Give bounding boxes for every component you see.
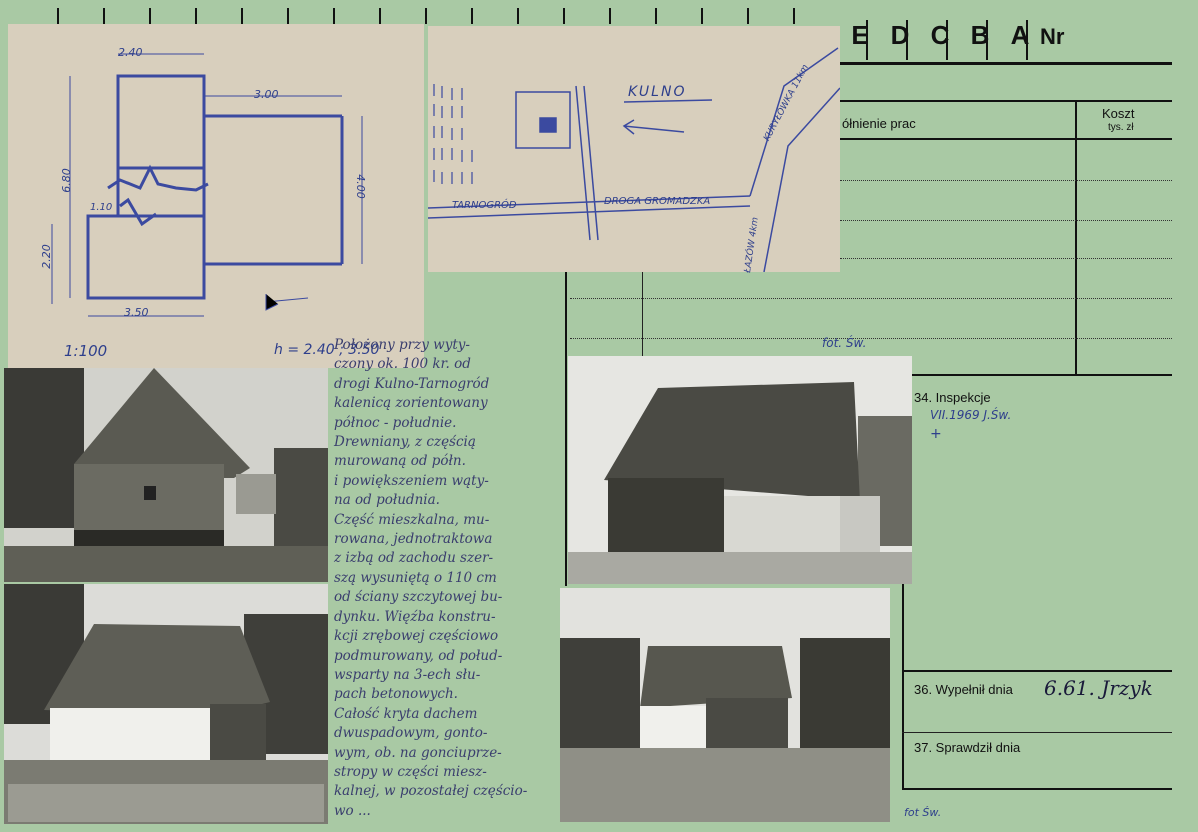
table-row-line (570, 298, 1172, 299)
description-line: Całość kryta dachem (334, 705, 478, 722)
description-line: wym, ob. na gonciuprze- (334, 744, 502, 761)
table-row-line (840, 180, 1172, 181)
photo-house-right-image (560, 588, 890, 822)
description-line: na od południa. (334, 492, 440, 509)
header-letter-e: E (851, 20, 869, 50)
section-37-rule (902, 732, 1172, 733)
header-letter-b: B (970, 20, 990, 50)
dim-bottom: 3.50 (124, 306, 149, 319)
section-bottom-rule (902, 788, 1172, 790)
header-letter-d: D (890, 20, 910, 50)
section-36-rule (902, 670, 1172, 672)
table-row-line (840, 220, 1172, 221)
photo-house-left-image (4, 584, 328, 824)
description-line: szą wysuniętą o 110 cm (334, 569, 497, 586)
description-line: dynku. Więźba konstru- (334, 608, 496, 625)
photo-barn-left-image (4, 368, 328, 582)
table-top-rule (840, 100, 1172, 102)
description-line: Część mieszkalna, mu- (334, 511, 490, 528)
description-line: i powiększeniem wąty- (334, 472, 489, 489)
header-letter-c: C (930, 20, 950, 50)
description-line: dwuspadowym, gonto- (334, 725, 488, 742)
header-letter-a: A (1010, 20, 1030, 50)
description-line: stropy w części miesz- (334, 763, 487, 780)
top-ruler (0, 0, 840, 24)
photo-credit-2: fot Św. (904, 806, 942, 819)
dim-door: 1.10 (90, 202, 113, 213)
map-town-left: TARNOGRÓD (452, 200, 517, 211)
description-line: z izbą od zachodu szer- (334, 550, 494, 567)
description-line: Drewniany, z częścią (334, 434, 476, 451)
header-divider (906, 20, 908, 60)
dim-left: 6.80 (59, 168, 73, 193)
table-header-rule (840, 138, 1172, 140)
col-cost-label: Koszt (1102, 106, 1135, 121)
photo-credit-1: fot. Św. (822, 336, 867, 350)
site-map-drawing (428, 47, 840, 272)
filled-signature: 6.61. Jrzyk (1044, 676, 1153, 700)
col-cost-unit: tys. zł (1108, 122, 1134, 133)
description-line: Położony przy wyty- (334, 337, 470, 353)
floor-plan-sheet: 2.40 3.00 6.80 4.00 2.20 1.10 3.50 1:100… (8, 24, 424, 368)
dim-right: 4.00 (353, 174, 367, 199)
section-left-border (902, 584, 904, 790)
table-row-line (570, 338, 1172, 339)
dim-top: 2.40 (118, 46, 143, 59)
section-36-label: 36. Wypełnił dnia (914, 682, 1013, 697)
description-line: czony ok. 100 kr. od (334, 356, 471, 373)
description-line: kalenicą zorientowany (334, 395, 488, 412)
table-left-border (565, 268, 567, 586)
map-village-label: KULNO (628, 84, 687, 100)
inspection-entry: VII.1969 J.Św. (930, 408, 1012, 422)
table-col-divider (1075, 100, 1077, 376)
photo-house-left (4, 584, 328, 824)
photo-house-right (560, 588, 890, 822)
photo-barn-right (568, 356, 912, 584)
col-works-label: ółnienie prac (842, 116, 916, 131)
table-inner-col (642, 268, 643, 358)
header-rule (840, 62, 1172, 65)
photo-barn-left (4, 368, 328, 582)
plan-scale: 1:100 (64, 342, 108, 360)
description-line: kalnej, w pozostałej częścio- (334, 783, 528, 800)
map-road-main: DROGA GROMADZKA (604, 196, 711, 207)
photo-barn-right-image (568, 356, 912, 584)
header-nr: Nr (1040, 24, 1065, 49)
description-line: pach betonowych. (334, 686, 458, 703)
description-note: Położony przy wyty-czony ok. 100 kr. od d… (328, 336, 564, 832)
description-line: wo ... (334, 802, 371, 819)
description-line: wsparty na 3-ech słu- (334, 666, 481, 683)
table-row-line (840, 258, 1172, 259)
inspection-mark: + (930, 426, 942, 442)
description-line: kcji zrębowej częściowo (334, 628, 499, 645)
header-divider (986, 20, 988, 60)
description-line: rowana, jednotraktowa (334, 531, 493, 548)
description-line: północ - południe. (334, 414, 457, 431)
description-line: murowaną od półn. (334, 453, 466, 470)
dim-left-lower: 2.20 (39, 244, 53, 269)
description-line: drogi Kulno-Tarnogród (334, 375, 490, 392)
record-card: EDCBA Nr ółnienie prac Koszt tys. zł fot… (0, 0, 1198, 832)
header-divider (866, 20, 868, 60)
header-divider (946, 20, 948, 60)
header-divider (1026, 20, 1028, 60)
description-lines: Położony przy wyty-czony ok. 100 kr. od d… (328, 336, 564, 821)
description-line: od ściany szczytowej bu- (334, 589, 503, 606)
site-map-sheet: KULNO DROGA GROMADZKA TARNOGRÓD KURYŁÓWK… (428, 26, 840, 273)
description-line: podmurowany, od połud- (334, 647, 503, 664)
dim-right-top: 3.00 (254, 88, 279, 101)
section-34-label: 34. Inspekcje (914, 390, 991, 405)
section-37-label: 37. Sprawdził dnia (914, 740, 1021, 755)
